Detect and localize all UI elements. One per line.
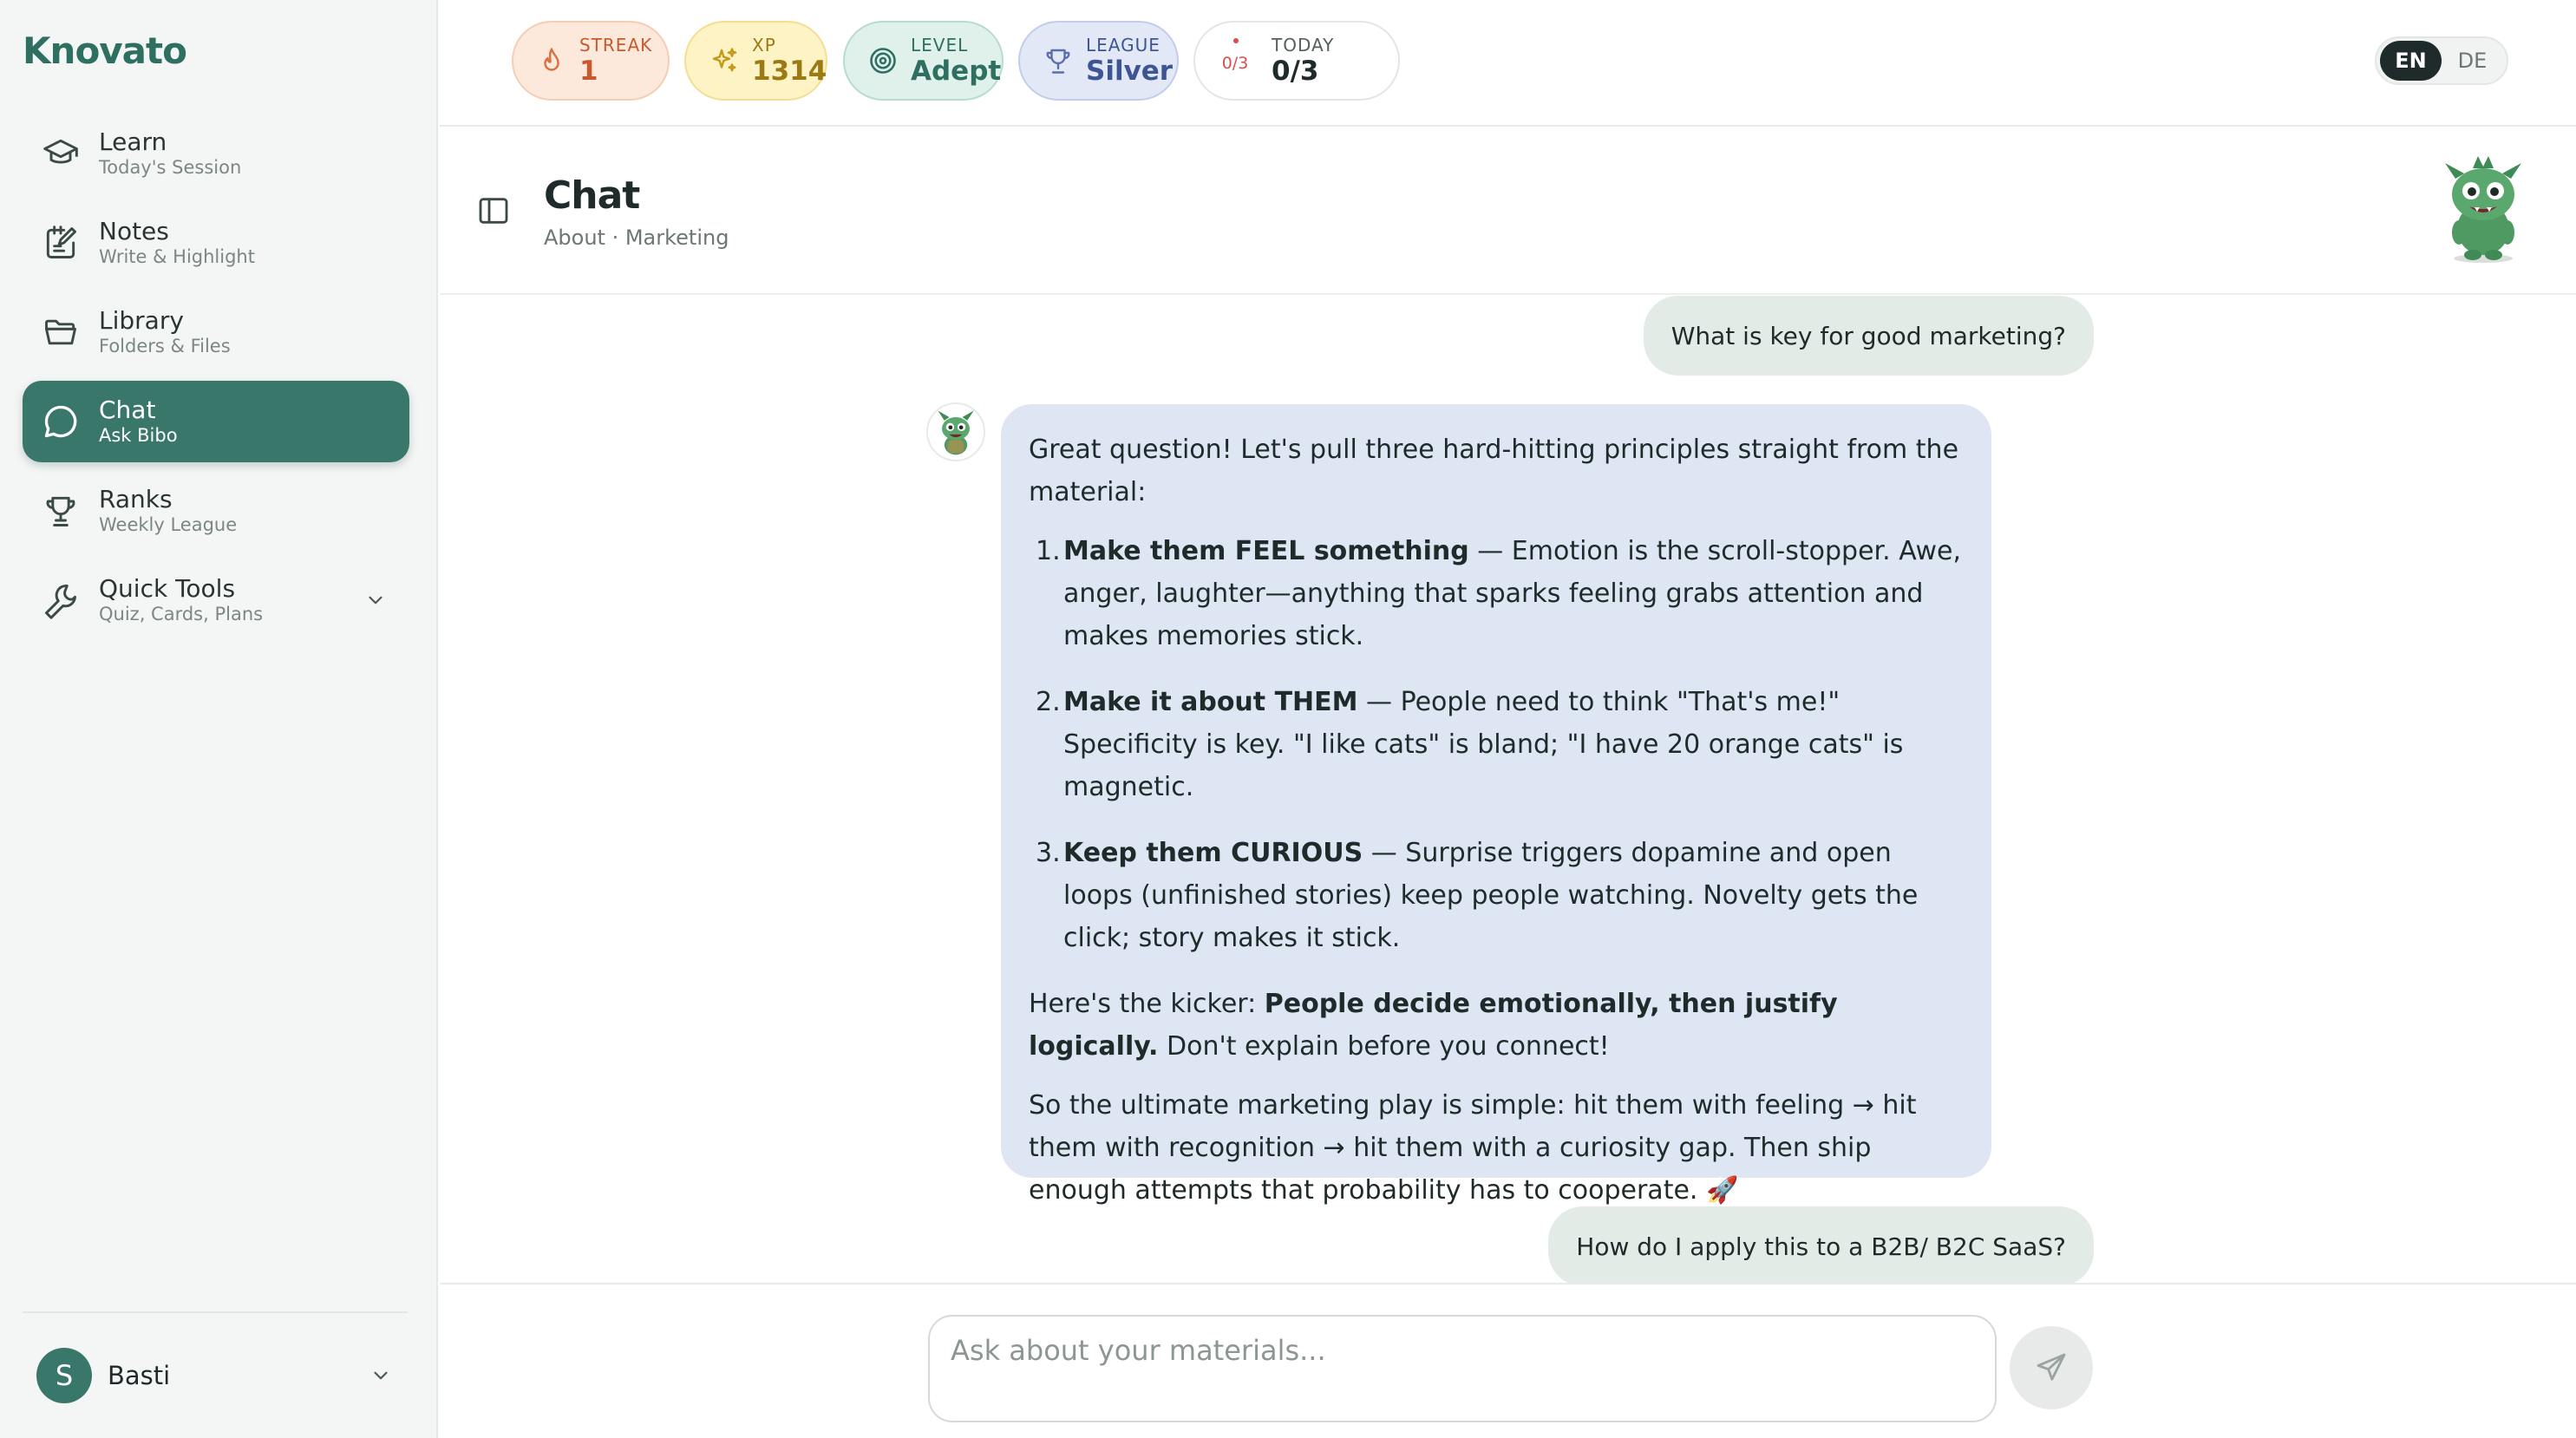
level-value: Adept <box>911 56 1002 87</box>
list-number: 1. <box>1036 536 1061 566</box>
league-value: Silver <box>1086 56 1174 87</box>
xp-value: 1314 <box>752 56 827 87</box>
today-badge[interactable]: 0/3 TODAY 0/3 <box>1193 21 1400 101</box>
principle-title: Keep them CURIOUS <box>1063 838 1363 868</box>
today-value: 0/3 <box>1272 56 1319 87</box>
kicker-paragraph: Here's the kicker: People decide emotion… <box>1029 983 1962 1068</box>
sidebar-item-chat[interactable]: Chat Ask Bibo <box>23 381 409 462</box>
streak-value: 1 <box>579 56 598 87</box>
daily-goal-ring-text: 0/3 <box>1221 54 1249 73</box>
sidebar-item-sublabel: Weekly League <box>99 514 238 535</box>
league-label: LEAGUE <box>1086 35 1161 56</box>
send-icon <box>2034 1350 2069 1385</box>
streak-badge[interactable]: STREAK 1 <box>512 21 670 101</box>
chat-input-bar <box>440 1283 2576 1438</box>
sidebar-item-sublabel: Ask Bibo <box>99 425 178 446</box>
app-logo[interactable]: Knovato <box>23 29 187 72</box>
league-badge[interactable]: LEAGUE Silver <box>1018 21 1179 101</box>
chevron-down-icon[interactable] <box>369 1364 392 1387</box>
chat-header: Chat About · Marketing <box>440 128 2576 295</box>
sidebar-item-label: Learn <box>99 127 167 156</box>
principle-title: Make them FEEL something <box>1063 536 1469 566</box>
list-item: 1. Make them FEEL something — Emotion is … <box>1029 530 1962 657</box>
closing-paragraph: So the ultimate marketing play is simple… <box>1029 1090 1917 1206</box>
user-message: What is key for good marketing? <box>1643 296 2094 376</box>
kicker-prefix: Here's the kicker: <box>1029 989 1265 1019</box>
page-title: Chat <box>544 173 640 218</box>
sidebar-item-learn[interactable]: Learn Today's Session <box>23 113 409 194</box>
graduation-cap-icon <box>42 134 80 173</box>
kicker-suffix: Don't explain before you connect! <box>1158 1031 1610 1062</box>
chat-input[interactable] <box>928 1315 1997 1422</box>
sidebar-item-notes[interactable]: Notes Write & Highlight <box>23 202 409 284</box>
wrench-icon <box>42 581 80 619</box>
daily-goal-ring: 0/3 <box>1211 36 1259 85</box>
language-option-en[interactable]: EN <box>2380 41 2442 81</box>
sidebar-item-library[interactable]: Library Folders & Files <box>23 291 409 373</box>
level-badge[interactable]: LEVEL Adept <box>843 21 1004 101</box>
sparkles-icon <box>709 45 740 76</box>
sidebar-item-label: Ranks <box>99 485 173 513</box>
sidebar-item-ranks[interactable]: Ranks Weekly League <box>23 470 409 552</box>
chevron-down-icon[interactable] <box>364 589 387 611</box>
list-number: 3. <box>1036 838 1061 868</box>
principle-title: Make it about THEM <box>1063 687 1358 717</box>
chat-context-breadcrumb: About · Marketing <box>544 226 729 250</box>
list-item: 2. Make it about THEM — People need to th… <box>1029 681 1962 808</box>
target-icon <box>867 45 899 76</box>
streak-label: STREAK <box>579 35 653 56</box>
sidebar: Knovato Learn Today's Session Notes Writ… <box>0 0 438 1438</box>
avatar: S <box>36 1348 92 1403</box>
assistant-intro: Great question! Let's pull three hard-hi… <box>1029 435 1959 507</box>
notes-icon <box>42 224 80 262</box>
sidebar-item-sublabel: Write & Highlight <box>99 246 255 267</box>
sidebar-item-quick-tools[interactable]: Quick Tools Quiz, Cards, Plans <box>23 559 409 641</box>
sidebar-item-label: Quick Tools <box>99 574 236 603</box>
assistant-message: Great question! Let's pull three hard-hi… <box>1001 404 1991 1206</box>
xp-badge[interactable]: XP 1314 <box>684 21 827 101</box>
user-name: Basti <box>108 1361 171 1390</box>
sidebar-toggle-icon[interactable] <box>476 193 511 228</box>
user-message: How do I apply this to a B2B/ B2C SaaS? <box>1548 1206 2094 1286</box>
language-toggle: EN DE <box>2375 36 2508 85</box>
trophy-icon <box>42 492 80 530</box>
user-menu[interactable]: S Basti <box>23 1327 409 1424</box>
send-button[interactable] <box>2010 1326 2093 1409</box>
language-option-de[interactable]: DE <box>2442 41 2503 81</box>
sidebar-item-label: Library <box>99 306 184 335</box>
flame-icon <box>536 45 567 76</box>
sidebar-item-sublabel: Today's Session <box>99 157 242 178</box>
chat-bubble-icon <box>42 402 80 441</box>
mascot-icon <box>2429 153 2537 264</box>
principles-list: 1. Make them FEEL something — Emotion is … <box>1029 530 1962 959</box>
level-label: LEVEL <box>911 35 969 56</box>
list-number: 2. <box>1036 687 1061 717</box>
folder-icon <box>42 313 80 351</box>
xp-label: XP <box>752 35 776 56</box>
bot-avatar-icon <box>926 402 985 461</box>
top-bar: STREAK 1 XP 1314 LEVEL Adept LEAGUE Silv… <box>440 0 2576 127</box>
sidebar-item-label: Chat <box>99 395 156 424</box>
sidebar-item-sublabel: Quiz, Cards, Plans <box>99 604 264 624</box>
sidebar-item-sublabel: Folders & Files <box>99 336 231 356</box>
progress-dot <box>1233 38 1239 43</box>
sidebar-divider <box>23 1311 408 1313</box>
trophy-icon <box>1043 45 1074 76</box>
today-label: TODAY <box>1272 35 1335 56</box>
list-item: 3. Keep them CURIOUS — Surprise triggers … <box>1029 832 1962 959</box>
sidebar-item-label: Notes <box>99 217 169 245</box>
sidebar-nav: Learn Today's Session Notes Write & High… <box>23 113 409 649</box>
